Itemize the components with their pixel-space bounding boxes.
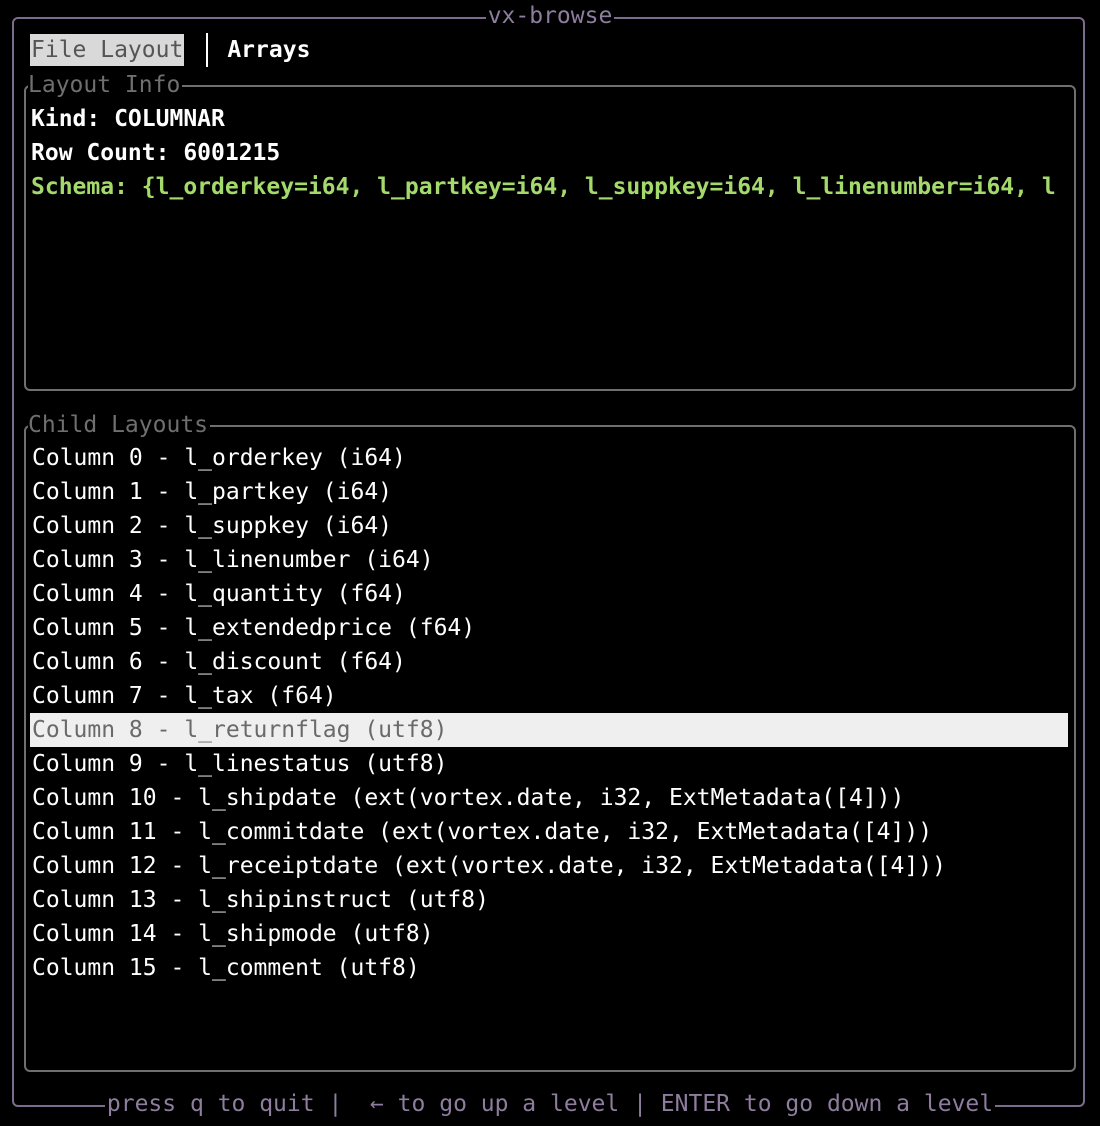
child-layout-row[interactable]: Column 0 - l_orderkey (i64) [30,441,1068,475]
child-layout-row[interactable]: Column 14 - l_shipmode (utf8) [30,917,1068,951]
child-layout-row[interactable]: Column 1 - l_partkey (i64) [30,475,1068,509]
layout-kind: Kind: COLUMNAR [31,106,225,132]
child-layout-row[interactable]: Column 13 - l_shipinstruct (utf8) [30,883,1068,917]
tab-arrays[interactable]: Arrays [226,34,311,66]
child-layout-row[interactable]: Column 9 - l_linestatus (utf8) [30,747,1068,781]
child-layout-row[interactable]: Column 10 - l_shipdate (ext(vortex.date,… [30,781,1068,815]
child-layout-row[interactable]: Column 2 - l_suppkey (i64) [30,509,1068,543]
child-layout-row[interactable]: Column 11 - l_commitdate (ext(vortex.dat… [30,815,1068,849]
layout-info-title: Layout Info [28,69,183,101]
child-layouts-panel: Child Layouts Column 0 - l_orderkey (i64… [24,409,1076,1072]
child-layout-row[interactable]: Column 4 - l_quantity (f64) [30,577,1068,611]
tab-file-layout[interactable]: File Layout [30,34,185,66]
child-layout-row[interactable]: Column 12 - l_receiptdate (ext(vortex.da… [30,849,1068,883]
window-title-text: vx-browse [485,3,615,29]
child-layout-row[interactable]: Column 8 - l_returnflag (utf8) [30,713,1068,747]
child-layout-row[interactable]: Column 6 - l_discount (f64) [30,645,1068,679]
schema-text: Schema: {l_orderkey=i64, l_partkey=i64, … [31,174,1056,200]
keyboard-help-text: press q to quit | ← to go up a level | E… [104,1091,996,1117]
status-bar: press q to quit | ← to go up a level | E… [0,1089,1100,1119]
child-layout-row[interactable]: Column 7 - l_tax (f64) [30,679,1068,713]
child-layouts-list: Column 0 - l_orderkey (i64) Column 1 - l_… [30,441,1068,985]
tab-divider [206,33,209,67]
child-layout-row[interactable]: Column 5 - l_extendedprice (f64) [30,611,1068,645]
row-count: Row Count: 6001215 [31,140,281,166]
child-layout-row[interactable]: Column 15 - l_comment (utf8) [30,951,1068,985]
tab-bar: File Layout Arrays [30,33,311,67]
window-title: vx-browse [0,2,1100,30]
layout-info-panel: Layout Info Kind: COLUMNAR Row Count: 60… [24,69,1076,391]
child-layout-row[interactable]: Column 3 - l_linenumber (i64) [30,543,1068,577]
child-layouts-title: Child Layouts [28,409,211,441]
